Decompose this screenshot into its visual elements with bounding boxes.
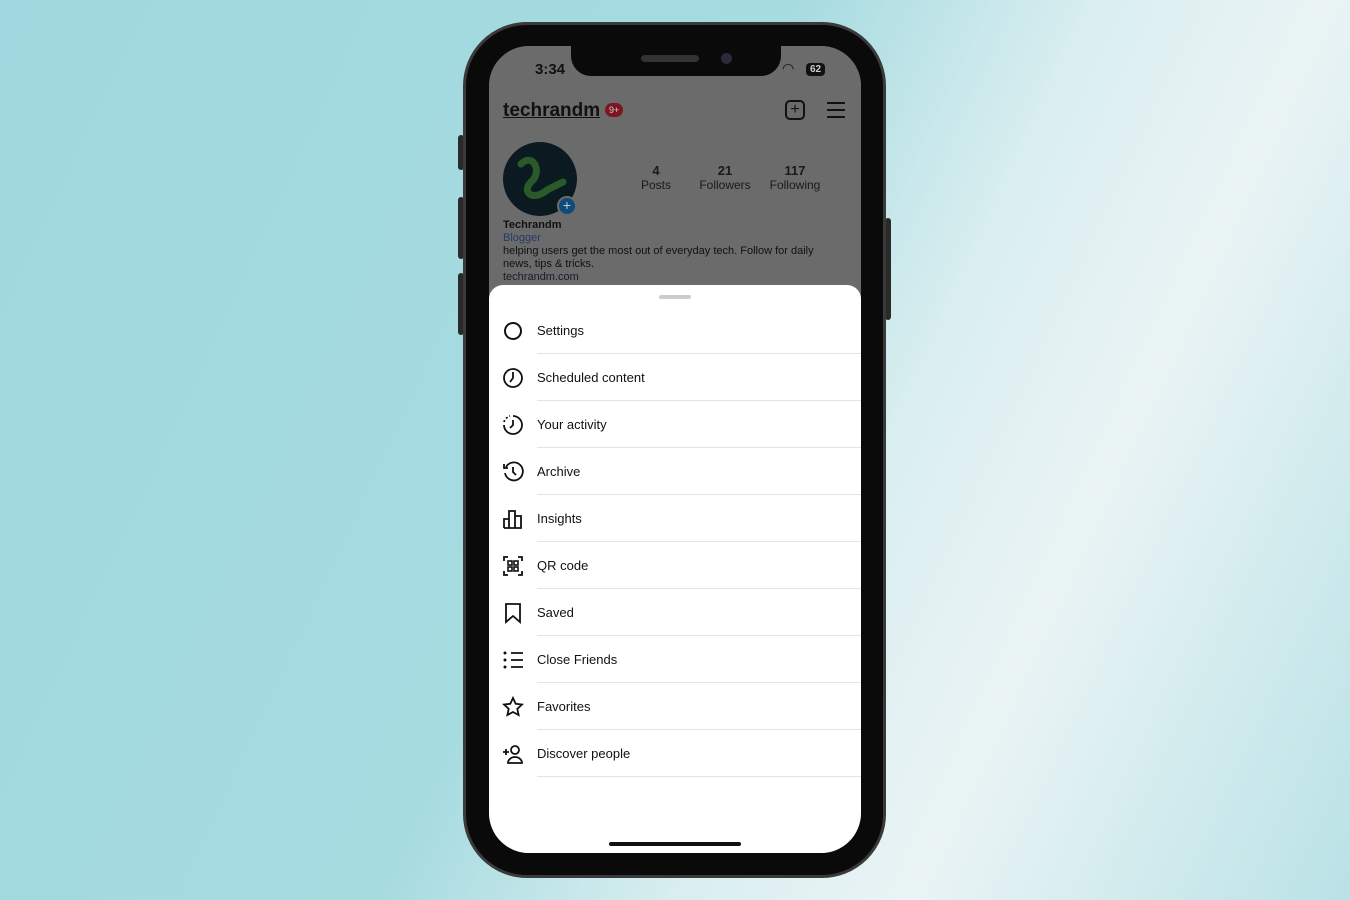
sheet-drag-handle[interactable]	[659, 295, 691, 299]
stat-label: Posts	[640, 178, 671, 192]
profile-category: Blogger	[503, 232, 541, 244]
stat-following[interactable]: 117 Following	[760, 163, 830, 192]
menu-item-label: Archive	[537, 464, 581, 479]
hamburger-menu-icon[interactable]	[827, 102, 845, 123]
menu-item-label: QR code	[537, 558, 589, 573]
stat-posts[interactable]: 4 Posts	[621, 163, 691, 192]
clock-icon	[489, 367, 537, 389]
home-indicator[interactable]	[609, 842, 741, 846]
profile-link[interactable]: techrandm.com	[503, 271, 579, 283]
menu-item-qr-code[interactable]: QR code	[489, 542, 861, 589]
bookmark-icon	[489, 602, 537, 624]
status-time: 3:34	[535, 61, 566, 78]
battery-indicator: 62	[806, 63, 826, 76]
activity-icon	[489, 414, 537, 436]
archive-icon	[489, 461, 537, 483]
menu-bottom-sheet: Settings Scheduled content Your activity Ar…	[489, 285, 861, 853]
menu-item-label: Scheduled content	[537, 370, 645, 385]
menu-item-label: Close Friends	[537, 652, 618, 667]
insights-icon	[489, 508, 537, 530]
menu-item-label: Saved	[537, 605, 574, 620]
menu-item-label: Discover people	[537, 746, 631, 761]
display-name: Techrandm	[503, 219, 562, 231]
profile-username[interactable]: techrandm	[503, 100, 600, 122]
menu-item-scheduled-content[interactable]: Scheduled content	[489, 354, 861, 401]
menu-item-label: Insights	[537, 511, 582, 526]
notification-badge: 9+	[605, 103, 624, 117]
star-icon	[489, 695, 537, 718]
menu-item-your-activity[interactable]: Your activity	[489, 401, 861, 448]
add-person-icon	[489, 743, 537, 765]
phone-notch	[571, 46, 781, 76]
stat-followers[interactable]: 21 Followers	[690, 163, 760, 192]
qr-code-icon	[489, 555, 537, 577]
wifi-icon: ◠	[782, 60, 795, 76]
divider	[537, 776, 861, 777]
menu-item-discover-people[interactable]: Discover people	[489, 730, 861, 777]
menu-item-favorites[interactable]: Favorites	[489, 683, 861, 730]
stat-label: Followers	[699, 178, 751, 192]
add-story-icon[interactable]: +	[557, 196, 577, 216]
stat-value: 4	[652, 163, 660, 178]
menu-item-label: Settings	[537, 323, 584, 338]
menu-item-insights[interactable]: Insights	[489, 495, 861, 542]
stat-label: Following	[769, 178, 821, 192]
close-friends-icon	[489, 649, 537, 671]
profile-bio: helping users get the most out of everyd…	[503, 245, 814, 270]
settings-icon	[489, 320, 537, 342]
stat-value: 21	[717, 163, 733, 178]
phone-screen: 3:34 ◠ 62 techrandm 9+ + + 4 Posts 21 Foll…	[489, 46, 861, 853]
menu-item-close-friends[interactable]: Close Friends	[489, 636, 861, 683]
menu-item-label: Your activity	[537, 417, 607, 432]
menu-item-saved[interactable]: Saved	[489, 589, 861, 636]
menu-item-settings[interactable]: Settings	[489, 307, 861, 354]
create-post-icon[interactable]: +	[785, 100, 805, 120]
menu-item-archive[interactable]: Archive	[489, 448, 861, 495]
menu-item-label: Favorites	[537, 699, 591, 714]
stat-value: 117	[784, 163, 806, 178]
